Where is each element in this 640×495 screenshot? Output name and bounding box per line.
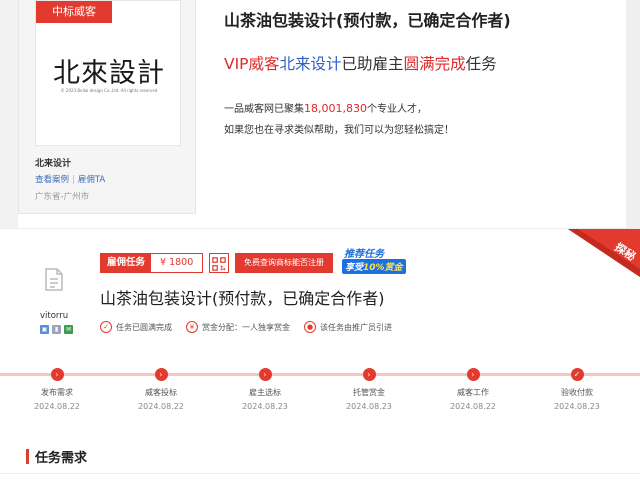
step-label: 威客投标 <box>145 388 177 397</box>
talent-statement: 一品威客网已聚集18,001,830个专业人才， 如果您也在寻求类似帮助，我们可… <box>224 98 454 141</box>
step-work: › 威客工作 2024.08.22 <box>433 364 513 411</box>
check-circle-icon: ✓ <box>100 321 112 333</box>
talent-text-line2: 如果您也在寻求类似帮助，我们可以为您轻松搞定！ <box>224 125 454 136</box>
winning-bidder-tag: 中标威客 <box>36 1 112 23</box>
task-type-label: 雇佣任务 <box>101 254 152 272</box>
property-promoter: 该任务由推广员引进 <box>320 322 392 332</box>
vendor-links: 查看案例 | 雇佣TA <box>35 173 105 185</box>
promo-enjoy: 享受 <box>345 263 364 273</box>
step-check-icon: ✓ <box>570 368 584 381</box>
step-select: › 雇主选标 2024.08.23 <box>225 364 305 411</box>
view-cases-link[interactable]: 查看案例 <box>35 175 69 185</box>
property-reward: 赏金分配：一人独享赏金 <box>202 322 290 332</box>
section-marker <box>26 448 29 464</box>
user-badges: ▣ ▮ ✉ <box>40 325 73 334</box>
corner-ribbon[interactable]: 探秘 <box>568 229 640 277</box>
recommended-task-badge[interactable]: 推荐任务 享受10%赏金 <box>340 244 418 274</box>
section-divider <box>0 473 640 474</box>
task-property: ● 该任务由推广员引进 <box>304 321 392 333</box>
user-avatar-icon[interactable] <box>42 266 66 292</box>
task-properties: ✓ 任务已圆满完成 ¥ 赏金分配：一人独享赏金 ● 该任务由推广员引进 <box>100 321 406 333</box>
vendor-name[interactable]: 北来设计 <box>35 156 71 169</box>
task-price: ¥ 1800 <box>151 254 203 272</box>
step-label: 威客工作 <box>457 388 489 397</box>
trademark-check-button[interactable]: 免费查询商标能否注册 <box>235 253 333 273</box>
qr-code-icon[interactable] <box>209 253 229 273</box>
link-separator: | <box>72 175 75 185</box>
step-arrow-icon: › <box>154 368 168 381</box>
vip-mid-text: 已助雇主 <box>341 55 404 73</box>
step-escrow: › 托管赏金 2024.08.23 <box>329 364 409 411</box>
id-verified-icon: ▣ <box>40 325 49 334</box>
step-bid: › 威客投标 2024.08.22 <box>121 364 201 411</box>
requirements-header: 任务需求 <box>26 448 88 466</box>
step-date: 2024.08.23 <box>242 402 288 411</box>
vip-prefix: VIP威客 <box>224 55 280 73</box>
vendor-card: 中标威客 北來設計 © 2023 Beilai design Co.,Ltd. … <box>18 0 196 214</box>
right-gutter <box>626 0 640 228</box>
step-date: 2024.08.22 <box>138 402 184 411</box>
task-title: 山茶油包装设计(预付款，已确定合作者) <box>100 289 385 308</box>
step-date: 2024.08.22 <box>34 402 80 411</box>
step-label: 雇主选标 <box>249 388 281 397</box>
step-label: 发布需求 <box>41 388 73 397</box>
logo-text: 北來設計 <box>53 58 165 89</box>
step-accept: ✓ 验收付款 2024.08.23 <box>537 364 617 411</box>
task-property: ✓ 任务已圆满完成 <box>100 321 172 333</box>
promoter-icon: ● <box>304 321 316 333</box>
promo-bonus: 10%赏金 <box>363 263 403 273</box>
step-label: 托管赏金 <box>353 388 385 397</box>
step-arrow-icon: › <box>50 368 64 381</box>
talent-count: 18,001,830 <box>304 102 367 115</box>
promo-subtitle: 享受10%赏金 <box>342 259 406 274</box>
task-panel: vitorru ▣ ▮ ✉ 雇佣任务 ¥ 1800 免费查询商标能否注册 推荐任… <box>0 228 640 495</box>
phone-verified-icon: ▮ <box>52 325 61 334</box>
top-task-title: 山茶油包装设计(预付款，已确定合作者) <box>224 11 511 30</box>
left-gutter <box>0 0 18 228</box>
task-property: ¥ 赏金分配：一人独享赏金 <box>186 321 290 333</box>
step-date: 2024.08.22 <box>450 402 496 411</box>
vendor-location: 广东省-广州市 <box>35 192 90 202</box>
step-publish: › 发布需求 2024.08.22 <box>17 364 97 411</box>
vendor-logo[interactable]: 中标威客 北來設計 © 2023 Beilai design Co.,Ltd. … <box>35 0 181 146</box>
vip-done-text: 圆满完成 <box>403 55 466 73</box>
promo-title: 推荐任务 <box>344 249 384 260</box>
property-completed: 任务已圆满完成 <box>116 322 172 332</box>
step-date: 2024.08.23 <box>346 402 392 411</box>
step-arrow-icon: › <box>362 368 376 381</box>
talent-text-b: 个专业人才， <box>366 104 427 115</box>
top-section: 中标威客 北來設計 © 2023 Beilai design Co.,Ltd. … <box>0 0 640 228</box>
reward-icon: ¥ <box>186 321 198 333</box>
task-type-badge: 雇佣任务 ¥ 1800 <box>100 253 204 273</box>
talent-text-a: 一品威客网已聚集 <box>224 104 304 115</box>
logo-copyright: © 2023 Beilai design Co.,Ltd. All rights… <box>60 88 158 93</box>
vip-completion-line: VIP威客北来设计已助雇主圆满完成任务 <box>224 52 497 74</box>
vip-suffix: 任务 <box>465 55 497 73</box>
step-label: 验收付款 <box>561 388 593 397</box>
hire-link[interactable]: 雇佣TA <box>78 175 105 185</box>
user-name[interactable]: vitorru <box>40 311 68 321</box>
email-verified-icon: ✉ <box>64 325 73 334</box>
vip-vendor-name[interactable]: 北来设计 <box>280 55 342 73</box>
requirements-title: 任务需求 <box>35 450 88 466</box>
step-date: 2024.08.23 <box>554 402 600 411</box>
step-arrow-icon: › <box>258 368 272 381</box>
step-arrow-icon: › <box>466 368 480 381</box>
